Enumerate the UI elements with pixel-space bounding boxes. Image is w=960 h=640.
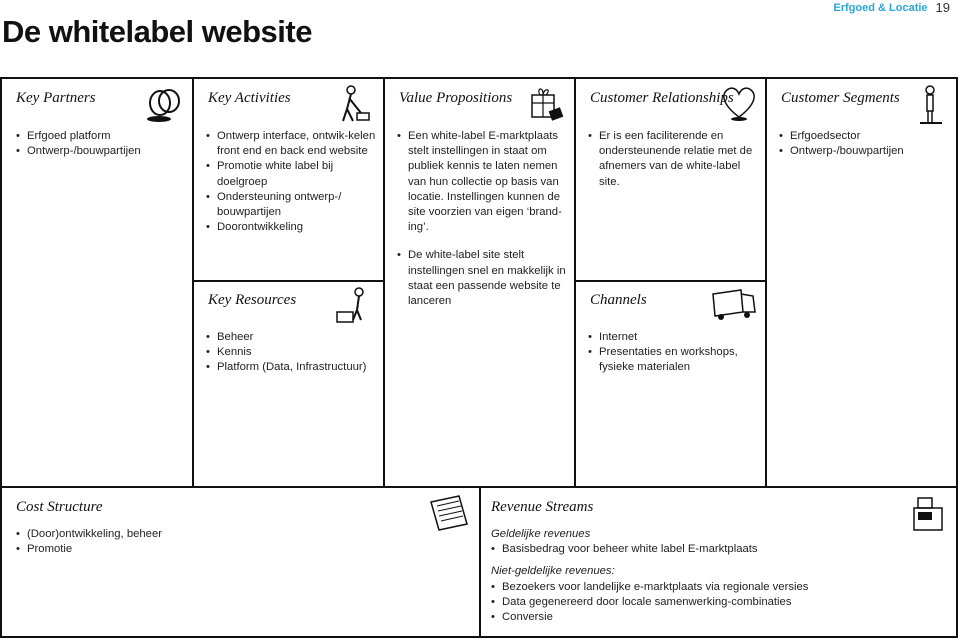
block-title: Customer Relationships: [590, 90, 734, 106]
gift-icon: [531, 88, 564, 121]
block-title: Customer Segments: [781, 90, 900, 106]
list-item: Ontwerp interface, ontwik-kelen front en…: [206, 129, 376, 159]
documents-icon: [430, 495, 468, 531]
block-title: Cost Structure: [16, 499, 103, 515]
list-item: Promotie: [16, 542, 316, 557]
block-title: Key Activities: [208, 90, 291, 106]
block-title: Channels: [590, 292, 647, 308]
truck-icon: [712, 289, 756, 320]
key-resources-block: Key Resources Beheer Kennis Platform (Da…: [192, 280, 385, 488]
heart-icon: [723, 87, 755, 121]
key-resources-list: Beheer Kennis Platform (Data, Infrastruc…: [206, 330, 381, 376]
list-item: Internet: [588, 330, 758, 345]
list-item: Ontwerp-/bouwpartijen: [16, 144, 186, 159]
key-partners-list: Erfgoed platform Ontwerp-/bouwpartijen: [16, 129, 186, 160]
block-title: Value Propositions: [399, 90, 513, 106]
customer-relationships-block: Customer Relationships Er is een facilit…: [574, 77, 767, 282]
cash-register-icon: [913, 497, 943, 531]
list-item: Erfgoedsector: [779, 129, 949, 144]
list-item: (Door)ontwikkeling, beheer: [16, 527, 316, 542]
list-item: Ondersteuning ontwerp-/ bouwpartijen: [206, 190, 376, 220]
list-item: Presentaties en workshops, fysieke mater…: [588, 345, 758, 375]
customer-segments-block: Customer Segments Erfgoedsector Ontwerp-…: [765, 77, 958, 488]
channels-list: Internet Presentaties en workshops, fysi…: [588, 330, 758, 376]
page-number: 19: [935, 0, 950, 15]
list-item: Ontwerp-/bouwpartijen: [779, 144, 949, 159]
non-monetary-list: Bezoekers voor landelijke e-marktplaats …: [491, 580, 931, 626]
list-item: Een white-label E-marktplaats stelt inst…: [397, 129, 572, 235]
monetary-label: Geldelijke revenues: [491, 528, 591, 540]
list-item: Kennis: [206, 345, 381, 360]
block-title: Revenue Streams: [491, 499, 594, 515]
customer-relationships-list: Er is een faciliterende en ondersteunend…: [588, 129, 758, 190]
worker-icon: [342, 85, 370, 122]
value-propositions-block: Value Propositions Een white-label E-mar…: [383, 77, 576, 488]
section-name: Erfgoed & Locatie: [833, 1, 928, 14]
list-item: Basisbedrag voor beheer white label E-ma…: [491, 542, 891, 557]
list-item: Beheer: [206, 330, 381, 345]
list-item: Promotie white label bij doelgroep: [206, 159, 376, 189]
key-activities-block: Key Activities Ontwerp interface, ontwik…: [192, 77, 385, 282]
monetary-list: Basisbedrag voor beheer white label E-ma…: [491, 542, 891, 557]
list-item: Data gegenereerd door locale samenwerkin…: [491, 595, 931, 610]
cost-structure-block: Cost Structure (Door)ontwikkeling, behee…: [0, 486, 481, 638]
cost-structure-list: (Door)ontwikkeling, beheer Promotie: [16, 527, 316, 558]
customer-segments-list: Erfgoedsector Ontwerp-/bouwpartijen: [779, 129, 949, 160]
list-item: De white-label site stelt instellingen s…: [397, 248, 572, 309]
block-title: Key Partners: [16, 90, 96, 106]
non-monetary-label: Niet-geldelijke revenues:: [491, 565, 615, 577]
list-item: Er is een faciliterende en ondersteunend…: [588, 129, 758, 190]
person-icon: [920, 85, 942, 124]
block-title: Key Resources: [208, 292, 297, 308]
list-item: Conversie: [491, 610, 931, 625]
list-item: Doorontwikkeling: [206, 220, 376, 235]
page-title: De whitelabel website: [2, 14, 312, 49]
value-propositions-list: Een white-label E-marktplaats stelt inst…: [397, 129, 572, 309]
key-activities-list: Ontwerp interface, ontwik-kelen front en…: [206, 129, 376, 236]
channels-block: Channels Internet Presentaties en worksh…: [574, 280, 767, 488]
page-header: Erfgoed & Locatie 19: [833, 0, 950, 15]
key-partners-block: Key Partners Erfgoed platform Ontwerp-/b…: [0, 77, 194, 488]
worker-with-boxes-icon: [336, 287, 364, 323]
revenue-streams-block: Revenue Streams Geldelijke revenues Basi…: [479, 486, 958, 638]
list-item: Erfgoed platform: [16, 129, 186, 144]
list-item: Bezoekers voor landelijke e-marktplaats …: [491, 580, 931, 595]
rings-icon: [147, 89, 180, 122]
list-item: Platform (Data, Infrastructuur): [206, 360, 381, 375]
